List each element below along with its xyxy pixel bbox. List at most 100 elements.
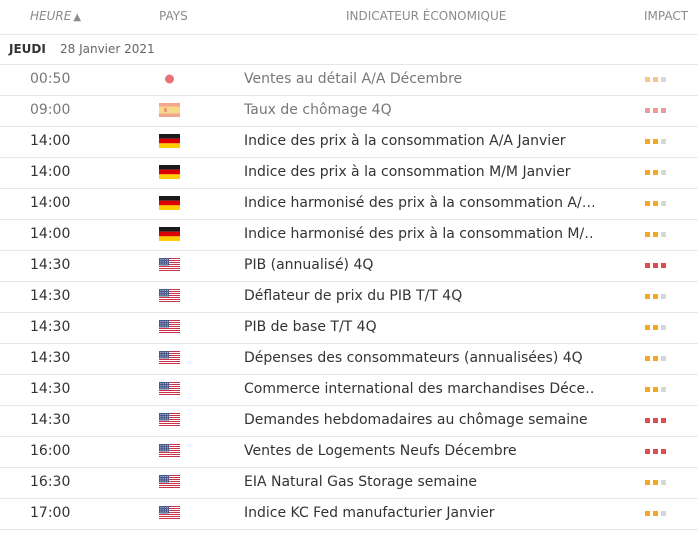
event-row[interactable]: 14:00 Indice des prix à la consommation A…	[0, 127, 698, 158]
event-row[interactable]: 16:00 Ventes de Logements Neufs Décembre	[0, 437, 698, 468]
impact-dot	[661, 139, 666, 144]
impact-dot	[653, 418, 658, 423]
event-indicator-link[interactable]: EIA Natural Gas Storage semaine	[244, 474, 594, 490]
event-indicator-link[interactable]: Ventes de Logements Neufs Décembre	[244, 443, 594, 459]
impact-indicator	[645, 139, 666, 144]
event-indicator-link[interactable]: Indice harmonisé des prix à la consommat…	[244, 226, 594, 242]
impact-dot	[661, 201, 666, 206]
event-row[interactable]: 09:00 Taux de chômage 4Q	[0, 96, 698, 127]
event-row[interactable]: 14:00 Indice des prix à la consommation M…	[0, 158, 698, 189]
impact-dot	[661, 108, 666, 113]
impact-indicator	[645, 77, 666, 82]
date-group-day: JEUDI	[9, 42, 46, 56]
germany-flag-icon	[159, 196, 180, 210]
impact-dot	[653, 77, 658, 82]
impact-dot	[645, 449, 650, 454]
impact-dot	[661, 418, 666, 423]
event-indicator-link[interactable]: Indice harmonisé des prix à la consommat…	[244, 195, 594, 211]
impact-dot	[645, 108, 650, 113]
usa-flag-icon	[159, 413, 180, 427]
event-row[interactable]: 14:30 Commerce international des marchand…	[0, 375, 698, 406]
event-indicator-link[interactable]: Demandes hebdomadaires au chômage semain…	[244, 412, 594, 428]
event-time: 16:00	[30, 443, 71, 459]
event-indicator-link[interactable]: Dépenses des consommateurs (annualisées)…	[244, 350, 594, 366]
impact-dot	[653, 170, 658, 175]
date-group-row: JEUDI 28 Janvier 2021	[0, 35, 698, 65]
impact-dot	[661, 294, 666, 299]
calendar-header: HEURE ▲ PAYS INDICATEUR ÉCONOMIQUE IMPACT	[0, 0, 698, 35]
event-row[interactable]: 00:50 Ventes au détail A/A Décembre	[0, 65, 698, 96]
event-indicator-link[interactable]: Indice des prix à la consommation M/M Ja…	[244, 164, 594, 180]
impact-dot	[645, 201, 650, 206]
impact-dot	[645, 170, 650, 175]
event-indicator-link[interactable]: PIB de base T/T 4Q	[244, 319, 594, 335]
impact-dot	[653, 108, 658, 113]
impact-dot	[645, 356, 650, 361]
germany-flag-icon	[159, 165, 180, 179]
impact-indicator	[645, 449, 666, 454]
impact-dot	[661, 77, 666, 82]
event-row[interactable]: 14:30 Dépenses des consommateurs (annuali…	[0, 344, 698, 375]
event-row[interactable]: 14:30 PIB de base T/T 4Q	[0, 313, 698, 344]
column-header-time[interactable]: HEURE ▲	[30, 9, 81, 23]
impact-dot	[653, 480, 658, 485]
japan-flag-icon	[159, 72, 180, 86]
impact-indicator	[645, 232, 666, 237]
event-row[interactable]: 14:00 Indice harmonisé des prix à la cons…	[0, 220, 698, 251]
impact-indicator	[645, 294, 666, 299]
event-row[interactable]: 14:30 PIB (annualisé) 4Q	[0, 251, 698, 282]
usa-flag-icon	[159, 475, 180, 489]
germany-flag-icon	[159, 227, 180, 241]
impact-dot	[645, 387, 650, 392]
event-row[interactable]: 14:00 Indice harmonisé des prix à la cons…	[0, 189, 698, 220]
usa-flag-icon	[159, 444, 180, 458]
impact-dot	[645, 511, 650, 516]
impact-dot	[653, 263, 658, 268]
usa-flag-icon	[159, 382, 180, 396]
event-indicator-link[interactable]: Taux de chômage 4Q	[244, 102, 594, 118]
usa-flag-icon	[159, 289, 180, 303]
event-time: 14:00	[30, 164, 71, 180]
event-indicator-link[interactable]: Déflateur de prix du PIB T/T 4Q	[244, 288, 594, 304]
impact-dot	[653, 511, 658, 516]
event-row[interactable]: 14:30 Déflateur de prix du PIB T/T 4Q	[0, 282, 698, 313]
impact-dot	[653, 201, 658, 206]
date-group-date: 28 Janvier 2021	[60, 42, 155, 56]
impact-dot	[653, 449, 658, 454]
impact-dot	[661, 511, 666, 516]
event-time: 14:30	[30, 381, 71, 397]
event-time: 14:30	[30, 319, 71, 335]
impact-indicator	[645, 480, 666, 485]
usa-flag-icon	[159, 351, 180, 365]
event-time: 14:30	[30, 350, 71, 366]
impact-dot	[645, 418, 650, 423]
usa-flag-icon	[159, 506, 180, 520]
germany-flag-icon	[159, 134, 180, 148]
impact-indicator	[645, 263, 666, 268]
event-time: 14:30	[30, 257, 71, 273]
impact-indicator	[645, 356, 666, 361]
impact-indicator	[645, 108, 666, 113]
event-row[interactable]: 14:30 Demandes hebdomadaires au chômage s…	[0, 406, 698, 437]
event-indicator-link[interactable]: Indice des prix à la consommation A/A Ja…	[244, 133, 594, 149]
usa-flag-icon	[159, 320, 180, 334]
impact-dot	[645, 325, 650, 330]
impact-dot	[661, 356, 666, 361]
impact-indicator	[645, 511, 666, 516]
event-indicator-link[interactable]: Indice KC Fed manufacturier Janvier	[244, 505, 594, 521]
impact-dot	[653, 139, 658, 144]
impact-dot	[661, 232, 666, 237]
event-row[interactable]: 16:30 EIA Natural Gas Storage semaine	[0, 468, 698, 499]
impact-dot	[661, 325, 666, 330]
event-row[interactable]: 17:00 Indice KC Fed manufacturier Janvier	[0, 499, 698, 530]
sort-ascending-icon: ▲	[73, 12, 82, 23]
event-time: 14:30	[30, 412, 71, 428]
impact-indicator	[645, 170, 666, 175]
column-header-impact: IMPACT	[644, 9, 689, 23]
impact-dot	[645, 480, 650, 485]
event-indicator-link[interactable]: Commerce international des marchandises …	[244, 381, 594, 397]
column-header-country: PAYS	[159, 9, 188, 23]
event-indicator-link[interactable]: PIB (annualisé) 4Q	[244, 257, 594, 273]
event-indicator-link[interactable]: Ventes au détail A/A Décembre	[244, 71, 594, 87]
impact-dot	[661, 170, 666, 175]
